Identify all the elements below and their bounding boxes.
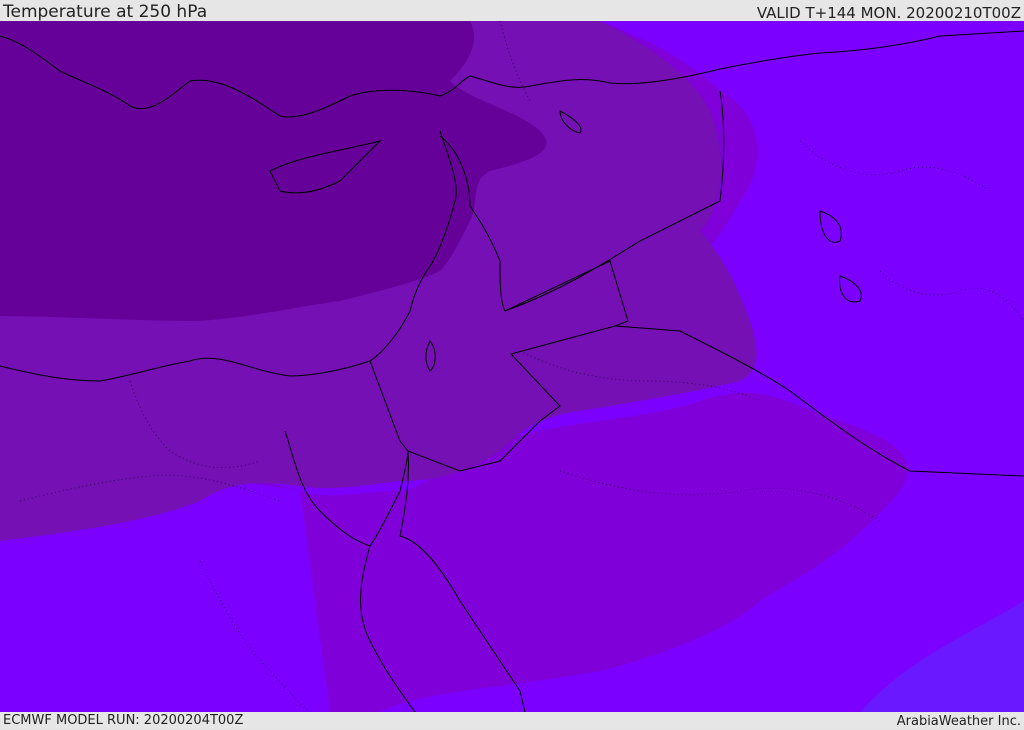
footer-bar: ECMWF MODEL RUN: 20200204T00Z ArabiaWeat…	[0, 712, 1024, 729]
credit: ArabiaWeather Inc.	[896, 714, 1021, 729]
valid-time: VALID T+144 MON. 20200210T00Z	[756, 4, 1021, 22]
forecast-map	[0, 21, 1024, 712]
header-bar: Temperature at 250 hPa VALID T+144 MON. …	[0, 0, 1024, 22]
map-title: Temperature at 250 hPa	[3, 2, 208, 22]
model-run: ECMWF MODEL RUN: 20200204T00Z	[3, 713, 244, 728]
